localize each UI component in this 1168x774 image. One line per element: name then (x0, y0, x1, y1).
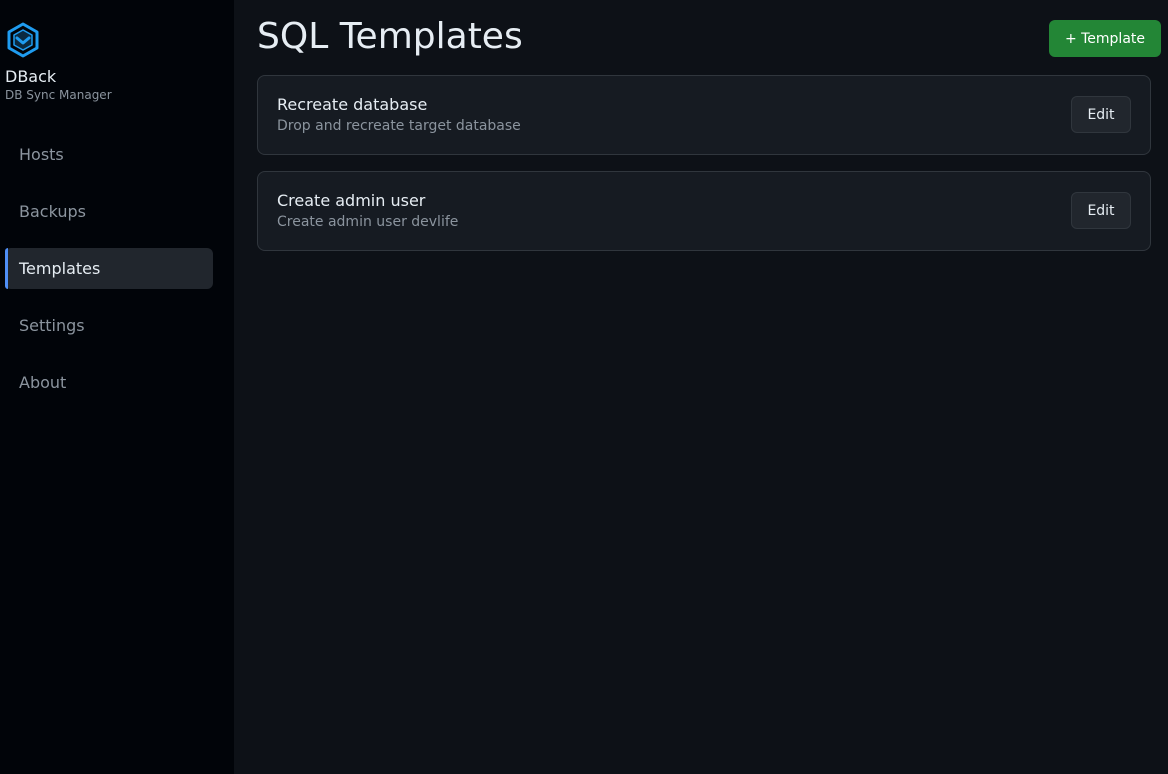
template-description: Drop and recreate target database (277, 118, 521, 134)
sidebar-item-settings[interactable]: Settings (5, 305, 213, 346)
template-card: Create admin user Create admin user devl… (257, 171, 1151, 251)
template-card: Recreate database Drop and recreate targ… (257, 75, 1151, 155)
template-title: Recreate database (277, 95, 428, 114)
cube-check-icon (7, 22, 39, 58)
edit-template-button[interactable]: Edit (1071, 192, 1131, 229)
main-content: SQL Templates + Template Recreate databa… (234, 0, 1168, 774)
sidebar-item-templates[interactable]: Templates (5, 248, 213, 289)
add-template-button[interactable]: + Template (1048, 20, 1161, 57)
sidebar-nav: Hosts Backups Templates Settings About (5, 134, 213, 419)
sidebar-item-backups[interactable]: Backups (5, 191, 213, 232)
template-description: Create admin user devlife (277, 214, 459, 230)
template-list: Recreate database Drop and recreate targ… (257, 75, 1151, 267)
page-title: SQL Templates (257, 16, 523, 57)
sidebar: DBack DB Sync Manager Hosts Backups Temp… (0, 0, 234, 774)
sidebar-item-about[interactable]: About (5, 362, 213, 403)
brand-name: DBack (5, 67, 57, 86)
brand-subtitle: DB Sync Manager (5, 88, 112, 102)
app-window: DBack DB Sync Manager Hosts Backups Temp… (0, 0, 1168, 774)
sidebar-item-hosts[interactable]: Hosts (5, 134, 213, 175)
template-title: Create admin user (277, 191, 426, 210)
edit-template-button[interactable]: Edit (1071, 96, 1131, 133)
